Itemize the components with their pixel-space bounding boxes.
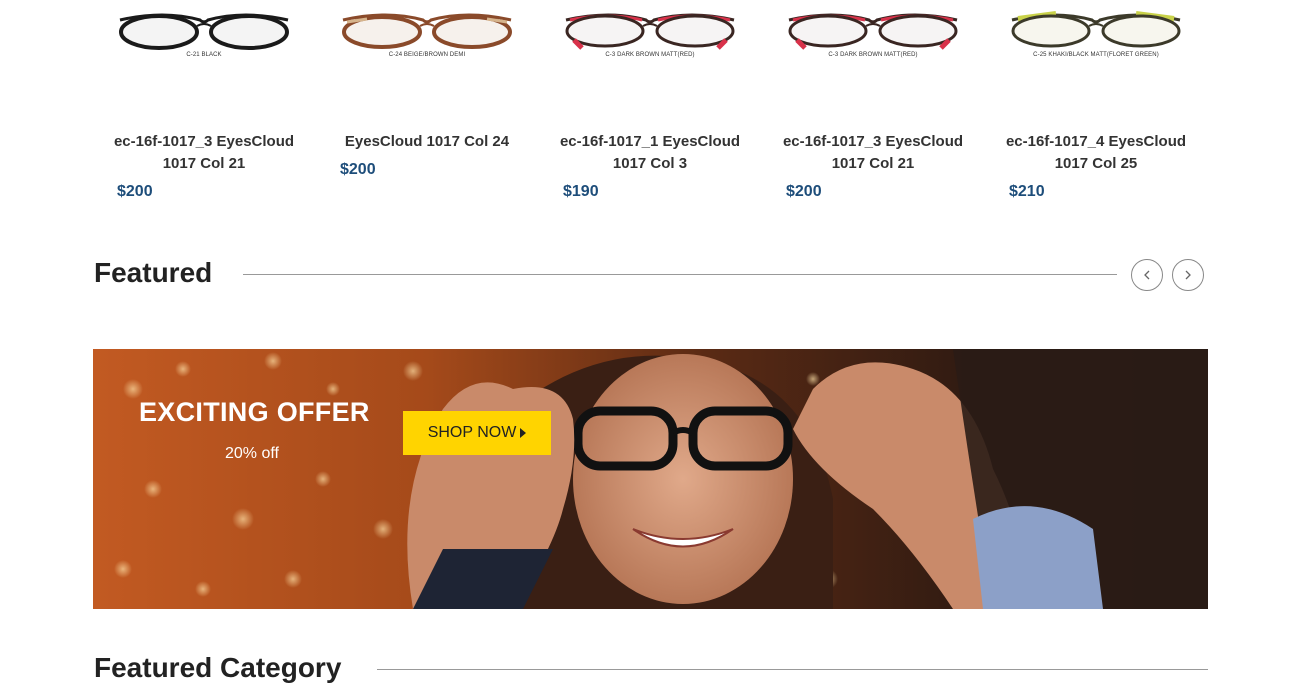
product-image[interactable]: C-21 BLACK [104,0,304,110]
product-image[interactable]: C-3 DARK BROWN MATT(RED) [773,0,973,110]
product-price: $210 [1009,183,1045,200]
product-image[interactable]: C-24 BEIGE/BROWN DEMI [327,0,527,110]
product-price: $200 [340,161,376,178]
color-code-label: C-21 BLACK [186,52,222,58]
product-name[interactable]: ec-16f-1017_3 EyesCloud 1017 Col 21 [104,131,304,175]
shop-now-button[interactable]: SHOP NOW [403,411,551,455]
product-price: $200 [786,183,822,200]
product-name[interactable]: ec-16f-1017_1 EyesCloud 1017 Col 3 [550,131,750,175]
product-name[interactable]: ec-16f-1017_3 EyesCloud 1017 Col 21 [773,131,973,175]
color-code-label: C-3 DARK BROWN MATT(RED) [828,52,918,58]
offer-title: EXCITING OFFER [139,397,370,427]
product-image[interactable]: C-25 KHAKI/BLACK MATT(FLORET GREEN) [996,0,1196,110]
product-price: $190 [563,183,599,200]
caret-right-icon [520,428,527,438]
carousel-next-button[interactable] [1172,259,1204,291]
featured-divider [243,274,1117,275]
featured-heading: Featured [94,257,213,288]
carousel-prev-button[interactable] [1131,259,1163,291]
featured-category-heading: Featured Category [94,652,342,683]
featured-category-divider [377,669,1208,670]
banner-photo [93,349,1208,609]
product-price: $200 [117,183,153,200]
color-code-label: C-24 BEIGE/BROWN DEMI [388,52,466,58]
shop-now-label: SHOP NOW [427,424,517,441]
product-name[interactable]: ec-16f-1017_4 EyesCloud 1017 Col 25 [996,131,1196,175]
chevron-left-icon [1144,270,1150,280]
offer-subtitle: 20% off [225,445,279,462]
product-image[interactable]: C-3 DARK BROWN MATT(RED) [550,0,750,110]
color-code-label: C-25 KHAKI/BLACK MATT(FLORET GREEN) [1033,52,1159,58]
color-code-label: C-3 DARK BROWN MATT(RED) [605,52,695,58]
chevron-right-icon [1185,270,1191,280]
promo-banner[interactable]: EXCITING OFFER 20% off SHOP NOW [93,349,1208,609]
product-name[interactable]: EyesCloud 1017 Col 24 [327,131,527,153]
